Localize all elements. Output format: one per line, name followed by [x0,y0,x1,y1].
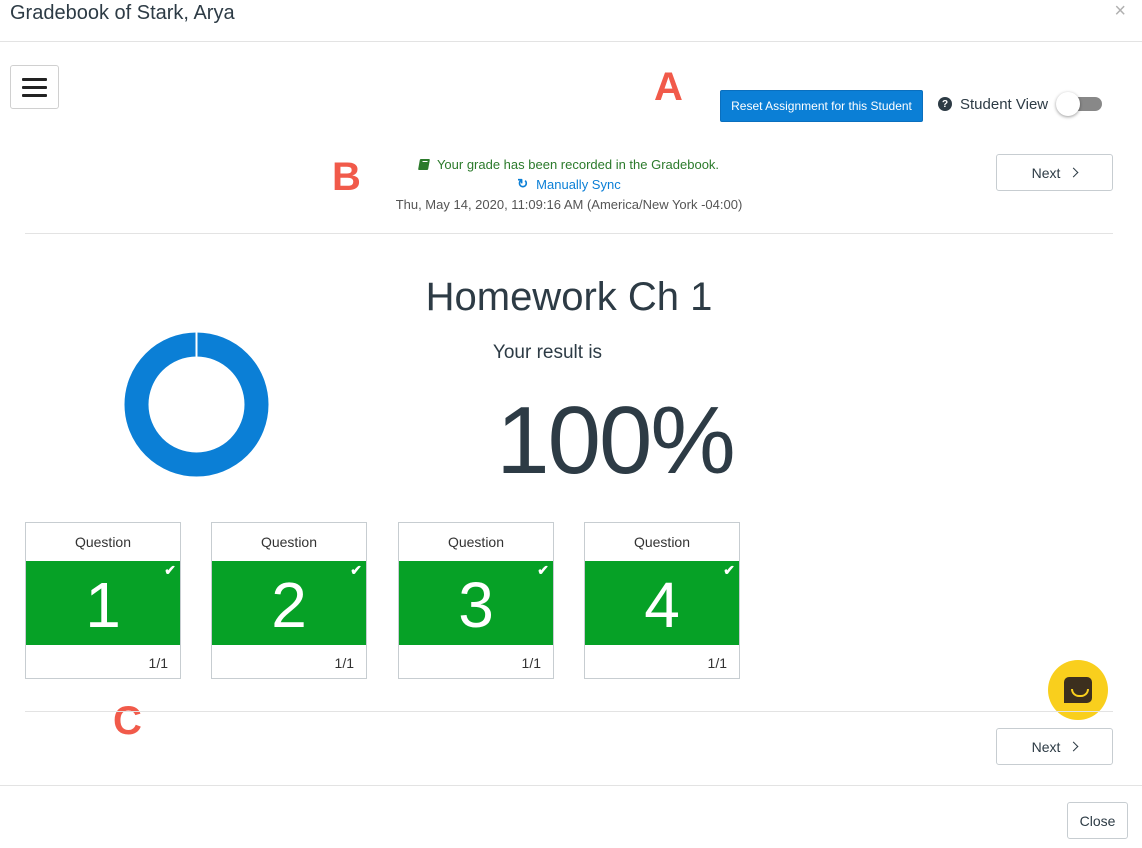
question-card-4[interactable]: Question 4 ✔ 1/1 [584,522,740,679]
question-header: Question [447,534,505,550]
hamburger-icon-bar [22,93,47,97]
score-ring [124,332,269,477]
section-divider [25,233,1113,234]
close-button[interactable]: Close [1067,802,1128,839]
next-button-top[interactable]: Next [996,154,1113,191]
score-donut-chart [124,332,269,477]
question-header: Question [260,534,318,550]
toggle-knob [1056,92,1081,116]
manual-sync-link[interactable]: ↻ Manually Sync [350,173,788,195]
student-view-control: ? Student View [938,92,1103,116]
result-label: Your result is [492,342,603,363]
menu-button[interactable] [10,65,59,109]
assignment-title: Homework Ch 1 [425,275,713,319]
hamburger-icon-bar [22,77,47,81]
help-icon[interactable]: ? [938,97,952,111]
student-view-toggle[interactable] [1056,92,1103,116]
question-header: Question [633,534,691,550]
check-icon: ✔ [350,562,362,578]
question-score: 1/1 [707,655,727,671]
question-number: 2 ✔ [212,561,366,645]
chevron-right-icon [1068,167,1079,178]
book-icon [417,158,430,170]
close-icon[interactable]: × [1114,0,1126,22]
recorded-message: Your grade has been recorded in the Grad… [350,155,788,173]
chevron-right-icon [1068,741,1079,752]
manual-sync-label: Manually Sync [536,176,621,192]
next-button-bottom[interactable]: Next [996,728,1113,765]
recorded-text: Your grade has been recorded in the Grad… [436,156,720,172]
question-header: Question [74,534,132,550]
next-label: Next [1031,164,1061,181]
student-view-label: Student View [960,95,1049,113]
modal-title: Gradebook of Stark, Arya [10,2,235,24]
chat-icon [1064,677,1092,703]
footer-divider [0,785,1142,786]
question-number-text: 1 [85,569,121,641]
section-divider-bottom [25,711,1113,712]
annotation-c: C [113,699,142,743]
question-card-2[interactable]: Question 2 ✔ 1/1 [211,522,367,679]
question-card-3[interactable]: Question 3 ✔ 1/1 [398,522,554,679]
question-card-1[interactable]: Question 1 ✔ 1/1 [25,522,181,679]
sync-icon: ↻ [517,176,529,191]
reset-assignment-button[interactable]: Reset Assignment for this Student [720,90,923,122]
question-number: 4 ✔ [585,561,739,645]
question-number-text: 4 [644,569,680,641]
question-number: 1 ✔ [26,561,180,645]
check-icon: ✔ [537,562,549,578]
result-percentage: 100% [496,387,736,494]
question-number: 3 ✔ [399,561,553,645]
annotation-a: A [654,65,683,109]
question-number-text: 2 [271,569,307,641]
hamburger-icon-bar [22,85,47,89]
question-score: 1/1 [148,655,168,671]
next-label: Next [1031,738,1061,755]
submission-timestamp: Thu, May 14, 2020, 11:09:16 AM (America/… [395,197,743,212]
check-icon: ✔ [164,562,176,578]
question-score: 1/1 [521,655,541,671]
grade-status: Your grade has been recorded in the Grad… [350,155,788,215]
question-number-text: 3 [458,569,494,641]
question-score: 1/1 [334,655,354,671]
header-divider [0,41,1142,42]
check-icon: ✔ [723,562,735,578]
